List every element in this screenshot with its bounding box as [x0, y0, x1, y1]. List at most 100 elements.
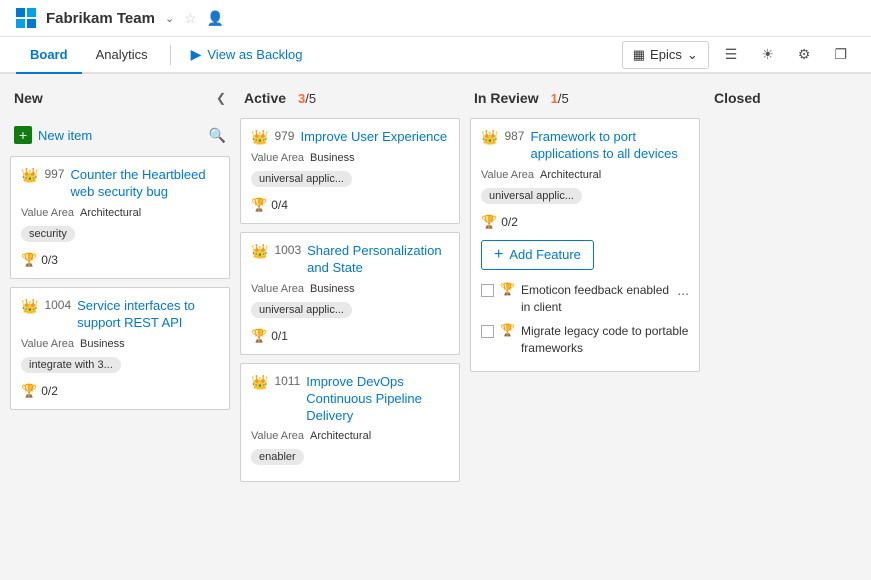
card-title-1003: Shared Personalization and State: [307, 243, 449, 277]
card-1003[interactable]: 👑 1003 Shared Personalization and State …: [240, 232, 460, 355]
active-count: 3/5: [298, 91, 316, 106]
epics-label: Epics: [650, 47, 682, 62]
column-active-title: Active: [244, 90, 286, 106]
card-title-997: Counter the Heartbleed web security bug: [70, 167, 219, 201]
card-1004[interactable]: 👑 1004 Service interfaces to support RES…: [10, 287, 230, 410]
feature-text-0: Emoticon feedback enabled in client: [521, 282, 671, 316]
toolbar-divider: [170, 45, 171, 65]
toolbar-right: ▦ Epics ⌄ ☰ ☀ ⚙ ❐: [622, 41, 855, 69]
toolbar: Board Analytics ▶ View as Backlog ▦ Epic…: [0, 37, 871, 74]
fullscreen-icon[interactable]: ❐: [826, 41, 855, 68]
view-as-backlog-button[interactable]: ▶ View as Backlog: [179, 38, 315, 71]
search-icon[interactable]: 🔍: [209, 127, 226, 144]
app-header: Fabrikam Team ⌄ ☆ 👤: [0, 0, 871, 37]
trophy-icon-979: 🏆: [251, 197, 267, 213]
column-inreview-title: In Review: [474, 90, 539, 106]
new-item-button[interactable]: + New item: [14, 126, 92, 144]
card-id-1004: 1004: [44, 298, 71, 312]
tab-analytics[interactable]: Analytics: [82, 37, 162, 74]
person-icon[interactable]: 👤: [207, 10, 224, 27]
card-footer-997: 🏆 0/3: [21, 252, 219, 268]
feature-trophy-0: 🏆: [500, 282, 515, 296]
card-field-1003: Value Area Business: [251, 283, 449, 295]
value-area-1004: Business: [80, 338, 125, 350]
column-closed: Closed ❯: [710, 84, 871, 549]
filter-settings-icon[interactable]: ☰: [717, 41, 746, 68]
score-987: 0/2: [501, 215, 518, 229]
card-id-1011: 1011: [274, 374, 300, 388]
trophy-icon-1004: 🏆: [21, 383, 37, 399]
card-title-1011: Improve DevOps Continuous Pipeline Deliv…: [306, 374, 449, 425]
feature-dots-0[interactable]: ...: [677, 282, 689, 298]
card-title-1004: Service interfaces to support REST API: [77, 298, 219, 332]
column-closed-title: Closed: [714, 90, 761, 106]
add-feature-button[interactable]: + Add Feature: [481, 240, 594, 270]
card-title-979: Improve User Experience: [300, 129, 447, 146]
card-1011[interactable]: 👑 1011 Improve DevOps Continuous Pipelin…: [240, 363, 460, 483]
column-inreview-header: In Review 1/5: [470, 84, 700, 112]
column-active: Active 3/5 👑 979 Improve User Experience…: [240, 84, 460, 549]
value-area-label-997: Value Area: [21, 207, 74, 219]
column-new-collapse-icon[interactable]: ❮: [216, 91, 226, 105]
crown-icon-1011: 👑: [251, 374, 268, 391]
tag-997[interactable]: security: [21, 226, 75, 242]
settings-icon[interactable]: ⚙: [790, 41, 819, 68]
score-997: 0/3: [41, 253, 58, 267]
feature-checkbox-0[interactable]: [481, 284, 494, 297]
crown-icon-1004: 👑: [21, 298, 38, 315]
column-inreview: In Review 1/5 👑 987 Framework to port ap…: [470, 84, 700, 549]
add-feature-plus-icon: +: [494, 246, 503, 264]
crown-icon-987: 👑: [481, 129, 498, 146]
trophy-icon-1003: 🏆: [251, 328, 267, 344]
feature-item-1: 🏆 Migrate legacy code to portable framew…: [481, 319, 689, 361]
team-chevron-icon[interactable]: ⌄: [165, 12, 174, 25]
add-feature-label: Add Feature: [509, 247, 581, 262]
card-field-979: Value Area Business: [251, 152, 449, 164]
active-column-cards: 👑 979 Improve User Experience Value Area…: [240, 118, 460, 549]
score-1004: 0/2: [41, 384, 58, 398]
filter-icon[interactable]: ☀: [753, 41, 782, 68]
score-1003: 0/1: [271, 329, 288, 343]
view-as-backlog-label: View as Backlog: [207, 47, 302, 62]
card-id-997: 997: [44, 167, 64, 181]
team-name: Fabrikam Team: [46, 10, 155, 27]
column-active-header: Active 3/5: [240, 84, 460, 112]
column-new-header: New ❮: [10, 84, 230, 112]
card-footer-1003: 🏆 0/1: [251, 328, 449, 344]
backlog-icon: ▶: [191, 46, 202, 63]
inreview-column-cards: 👑 987 Framework to port applications to …: [470, 118, 700, 549]
tab-board[interactable]: Board: [16, 37, 82, 74]
card-footer-1004: 🏆 0/2: [21, 383, 219, 399]
feature-checkbox-1[interactable]: [481, 325, 494, 338]
new-column-cards: 👑 997 Counter the Heartbleed web securit…: [10, 156, 230, 549]
crown-icon-1003: 👑: [251, 243, 268, 260]
epics-button[interactable]: ▦ Epics ⌄: [622, 41, 709, 69]
card-field-1011: Value Area Architectural: [251, 430, 449, 442]
plus-icon: +: [14, 126, 32, 144]
inreview-count-total: 5: [561, 91, 568, 106]
column-new: New ❮ + New item 🔍 👑 997 Counter the Hea…: [10, 84, 230, 549]
tag-987[interactable]: universal applic...: [481, 188, 582, 204]
app-logo: [16, 8, 36, 28]
inreview-count-current: 1: [551, 91, 558, 106]
trophy-icon-997: 🏆: [21, 252, 37, 268]
card-997[interactable]: 👑 997 Counter the Heartbleed web securit…: [10, 156, 230, 279]
feature-text-1: Migrate legacy code to portable framewor…: [521, 323, 689, 357]
tag-979[interactable]: universal applic...: [251, 171, 352, 187]
card-field-997: Value Area Architectural: [21, 207, 219, 219]
tag-1004[interactable]: integrate with 3...: [21, 357, 121, 373]
value-area-997: Architectural: [80, 207, 141, 219]
board: New ❮ + New item 🔍 👑 997 Counter the Hea…: [0, 74, 871, 559]
card-979[interactable]: 👑 979 Improve User Experience Value Area…: [240, 118, 460, 224]
favorite-icon[interactable]: ☆: [184, 10, 197, 27]
epics-chevron-icon: ⌄: [687, 47, 698, 63]
card-title-987: Framework to port applications to all de…: [530, 129, 689, 163]
card-987[interactable]: 👑 987 Framework to port applications to …: [470, 118, 700, 372]
tag-1003[interactable]: universal applic...: [251, 302, 352, 318]
epics-grid-icon: ▦: [633, 47, 645, 63]
column-new-title: New: [14, 90, 43, 106]
new-item-row: + New item 🔍: [10, 118, 230, 152]
card-footer-987: 🏆 0/2: [481, 214, 689, 230]
card-id-987: 987: [504, 129, 524, 143]
tag-1011[interactable]: enabler: [251, 449, 304, 465]
